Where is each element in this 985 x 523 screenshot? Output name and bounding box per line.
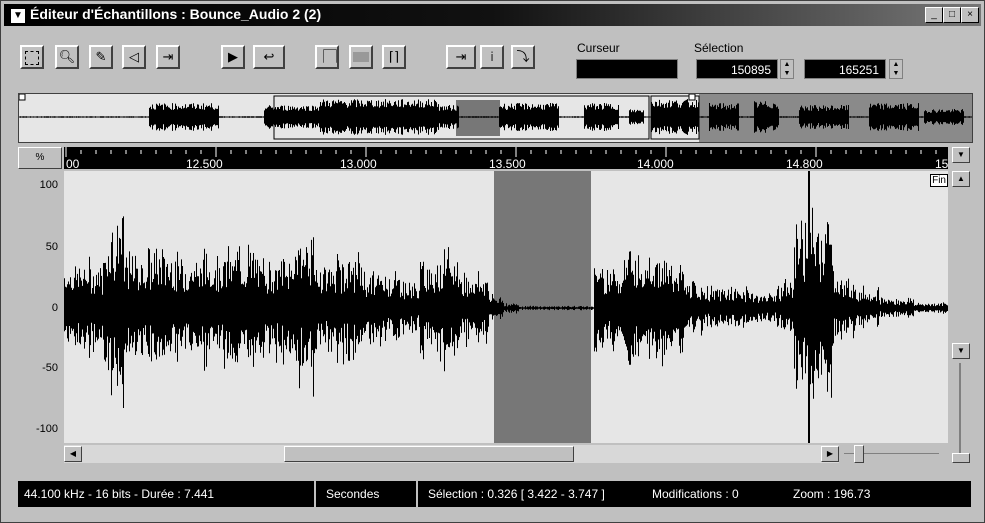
- waveform-view[interactable]: Fin: [64, 171, 948, 443]
- close-button[interactable]: ×: [961, 7, 979, 23]
- status-divider: [314, 481, 316, 507]
- snap-start-button[interactable]: ⎾⏋: [315, 45, 343, 69]
- minimize-button[interactable]: _: [925, 7, 943, 23]
- snap-end-button[interactable]: ⌈⌉: [382, 45, 406, 69]
- overview-start-handle[interactable]: [18, 93, 26, 101]
- play-icon: ▶: [228, 49, 238, 64]
- ruler-tick-label: 14.800: [786, 157, 823, 171]
- sample-editor-window: ▼ Éditeur d'Échantillons : Bounce_Audio …: [0, 0, 985, 523]
- scroll-up-icon[interactable]: ▲: [952, 171, 970, 187]
- y-tick-label: 100: [39, 179, 58, 191]
- scrub-icon: ⇥: [162, 49, 174, 64]
- waveform-svg: [64, 171, 948, 443]
- amplitude-axis: 100 50 0 -50 -100: [18, 171, 64, 443]
- play-button[interactable]: ▶: [221, 45, 245, 69]
- scroll-thumb[interactable]: [284, 446, 574, 462]
- zero-crossing-button[interactable]: ⤵: [511, 45, 535, 69]
- overview-selection: [456, 100, 500, 136]
- ruler-tick-label: 15: [935, 157, 949, 171]
- time-ruler[interactable]: 00 12.500 13.000 13.500 14.000 14.800 15: [64, 147, 949, 171]
- maximize-button[interactable]: □: [943, 7, 961, 23]
- selection-region-icon: [353, 52, 369, 62]
- modifications-info: Modifications : 0: [652, 487, 739, 501]
- y-tick-label: 50: [45, 241, 58, 253]
- ruler-tick-label: 12.500: [186, 157, 223, 171]
- cursor-label: Curseur: [577, 41, 620, 55]
- ruler-tick-label: 14.000: [637, 157, 674, 171]
- loop-icon: ↩: [263, 49, 275, 64]
- percent-toggle-button[interactable]: %: [18, 147, 62, 169]
- overview-svg: [18, 93, 972, 142]
- pencil-icon: ✎: [95, 49, 107, 64]
- ruler-tick-label: 00: [66, 157, 80, 171]
- show-selection-button[interactable]: [349, 45, 373, 69]
- overview-end-handle[interactable]: [688, 93, 696, 101]
- pencil-tool-button[interactable]: ✎: [89, 45, 113, 69]
- status-bar: 44.100 kHz - 16 bits - Durée : 7.441 Sec…: [18, 481, 971, 507]
- window-menu-icon[interactable]: ▼: [10, 8, 26, 24]
- selection-end-spinner[interactable]: ▲ ▼: [889, 59, 903, 79]
- scroll-left-icon[interactable]: ◀: [64, 446, 82, 462]
- selection-label: Sélection: [694, 41, 744, 55]
- title-bar[interactable]: ▼ Éditeur d'Échantillons : Bounce_Audio …: [4, 4, 981, 26]
- bracket-right-icon: ⌈⌉: [388, 49, 400, 64]
- y-tick-label: 0: [51, 302, 58, 314]
- y-tick-label: -100: [35, 423, 58, 435]
- format-info: 44.100 kHz - 16 bits - Durée : 7.441: [24, 487, 215, 501]
- magnifier-icon: 🔍︎: [58, 49, 76, 64]
- zoom-tool-button[interactable]: 🔍︎: [55, 45, 79, 69]
- window-title: Éditeur d'Échantillons : Bounce_Audio 2 …: [30, 6, 322, 22]
- end-marker[interactable]: Fin: [930, 174, 948, 187]
- ruler-tick-label: 13.000: [340, 157, 377, 171]
- status-divider: [416, 481, 418, 507]
- zero-crossing-icon: ⤵: [516, 49, 530, 64]
- horizontal-scrollbar[interactable]: ◀ ▶: [64, 445, 839, 463]
- selection-start-spinner[interactable]: ▲ ▼: [780, 59, 794, 79]
- selection-start-field[interactable]: 150895: [696, 59, 778, 79]
- bracket-left-icon: ⎾⏋: [317, 49, 344, 64]
- scrub-tool-button[interactable]: ⇥: [156, 45, 180, 69]
- h-zoom-thumb[interactable]: [854, 445, 864, 463]
- overview-waveform[interactable]: [18, 93, 973, 143]
- zoom-info: Zoom : 196.73: [793, 487, 871, 501]
- speaker-tool-button[interactable]: ◁: [122, 45, 146, 69]
- scroll-right-icon[interactable]: ▶: [821, 446, 839, 462]
- cursor-field[interactable]: [576, 59, 678, 79]
- scroll-down-icon[interactable]: ▼: [952, 343, 970, 359]
- time-units[interactable]: Secondes: [326, 487, 379, 501]
- y-tick-label: -50: [42, 362, 58, 374]
- insert-button[interactable]: ⇥: [446, 45, 476, 69]
- select-tool-button[interactable]: [20, 45, 44, 69]
- speaker-icon: ◁: [129, 49, 139, 64]
- info-button[interactable]: i: [480, 45, 504, 69]
- info-icon: i: [490, 49, 494, 64]
- insert-arrow-icon: ⇥: [455, 49, 467, 64]
- selection-end-field[interactable]: 165251: [804, 59, 886, 79]
- vertical-scrollbar[interactable]: ▼ ▲ ▼: [951, 147, 971, 467]
- zoom-slider-thumb[interactable]: [952, 453, 970, 463]
- zoom-slider-track[interactable]: [959, 363, 961, 455]
- selection-info: Sélection : 0.326 [ 3.422 - 3.747 ]: [428, 487, 605, 501]
- scroll-top-down-icon[interactable]: ▼: [952, 147, 970, 163]
- selection-rect-icon: [25, 51, 39, 65]
- ruler-tick-label: 13.500: [489, 157, 526, 171]
- loop-play-button[interactable]: ↩: [253, 45, 285, 69]
